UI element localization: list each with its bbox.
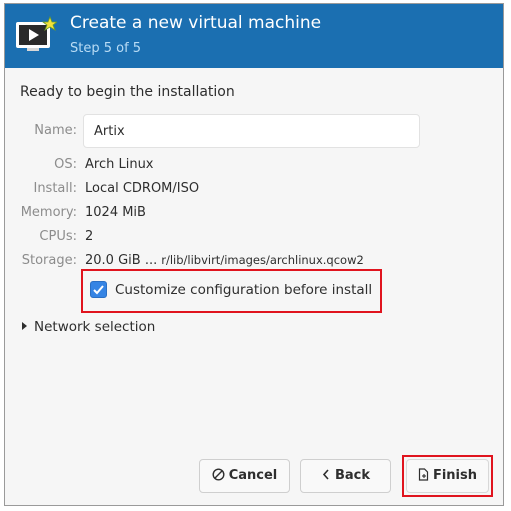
customize-label[interactable]: Customize configuration before install [115, 282, 372, 298]
chevron-left-icon [321, 462, 331, 494]
customize-checkbox[interactable] [90, 281, 107, 298]
os-label: OS: [54, 157, 77, 172]
memory-value: 1024 MiB [85, 205, 146, 220]
install-label: Install: [33, 181, 77, 196]
storage-value: 20.0 GiB ... r/lib/libvirt/images/archlin… [85, 253, 364, 268]
name-field[interactable] [83, 114, 420, 148]
cancel-icon [212, 462, 225, 494]
network-selection-label: Network selection [34, 319, 156, 335]
name-label: Name: [34, 123, 77, 138]
expander-arrow-icon [22, 322, 27, 330]
cpus-value: 2 [85, 229, 94, 244]
dialog-header: Create a new virtual machine Step 5 of 5 [5, 4, 503, 68]
back-label: Back [334, 468, 371, 483]
back-button[interactable]: Back [300, 459, 391, 493]
storage-label: Storage: [21, 253, 77, 268]
new-vm-dialog: Create a new virtual machine Step 5 of 5… [4, 3, 504, 506]
cancel-button[interactable]: Cancel [199, 459, 290, 493]
memory-label: Memory: [20, 205, 77, 220]
virtual-machine-icon [13, 15, 59, 56]
storage-size: 20.0 GiB ... [85, 253, 158, 268]
step-indicator: Step 5 of 5 [70, 41, 142, 56]
dialog-title: Create a new virtual machine [70, 13, 322, 33]
os-value: Arch Linux [85, 157, 154, 172]
install-value: Local CDROM/ISO [85, 181, 200, 196]
network-selection-expander[interactable]: Network selection [22, 319, 155, 335]
summary-heading: Ready to begin the installation [20, 84, 235, 100]
storage-path: r/lib/libvirt/images/archlinux.qcow2 [161, 253, 364, 267]
cpus-label: CPUs: [39, 229, 77, 244]
finish-highlight [402, 455, 493, 497]
cancel-label: Cancel [228, 468, 278, 483]
checkmark-icon [93, 285, 104, 295]
